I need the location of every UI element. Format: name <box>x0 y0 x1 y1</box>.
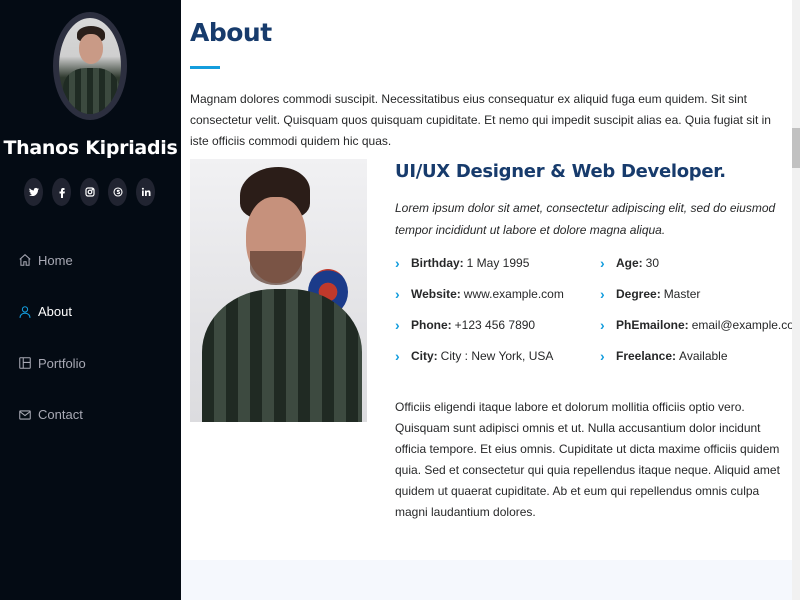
chevron-right-icon: › <box>600 255 605 271</box>
nav-label: About <box>38 304 72 319</box>
nav-label: Portfolio <box>38 355 86 371</box>
envelope-icon <box>18 408 32 422</box>
fact-item: › Age: 30 <box>600 255 660 271</box>
nav-item-about[interactable]: About <box>18 300 86 324</box>
nav-item-contact[interactable]: Contact <box>18 403 86 427</box>
title-underline <box>190 66 220 69</box>
fact-item: › Degree: Master <box>600 286 701 302</box>
fact-item: › Website: www.example.com <box>395 286 564 302</box>
role-heading: UI/UX Designer & Web Developer. <box>395 161 726 182</box>
scrollbar-thumb[interactable] <box>792 128 800 168</box>
next-section <box>181 560 800 600</box>
nav-item-home[interactable]: Home <box>18 248 86 272</box>
scrollbar[interactable] <box>792 0 800 600</box>
sidebar: Thanos Kipriadis Home About Portfolio Co… <box>0 0 181 600</box>
fact-item: › PhEmailone: email@example.com <box>600 317 800 333</box>
chevron-right-icon: › <box>395 286 400 302</box>
fact-item: › Phone: +123 456 7890 <box>395 317 536 333</box>
profile-name: Thanos Kipriadis <box>3 137 178 159</box>
instagram-icon[interactable] <box>80 178 99 206</box>
chevron-right-icon: › <box>395 348 400 364</box>
chevron-right-icon: › <box>395 255 400 271</box>
avatar <box>53 12 127 120</box>
profile-photo <box>190 159 367 422</box>
social-links <box>24 178 155 206</box>
twitter-icon[interactable] <box>24 178 43 206</box>
portfolio-icon <box>18 356 32 370</box>
chevron-right-icon: › <box>600 286 605 302</box>
skype-icon[interactable] <box>108 178 127 206</box>
fact-item: › Freelance: Available <box>600 348 728 364</box>
nav-label: Contact <box>38 407 83 422</box>
about-outro: Officiis eligendi itaque labore et dolor… <box>395 400 780 519</box>
nav-item-portfolio[interactable]: Portfolio <box>18 351 86 375</box>
chevron-right-icon: › <box>395 317 400 333</box>
fact-item: › Birthday: 1 May 1995 <box>395 255 530 271</box>
main-content: About Magnam dolores commodi suscipit. N… <box>181 0 800 600</box>
facebook-icon[interactable] <box>52 178 71 206</box>
chevron-right-icon: › <box>600 348 605 364</box>
sidebar-nav: Home About Portfolio Contact <box>18 248 86 454</box>
home-icon <box>18 253 32 267</box>
user-icon <box>18 305 32 319</box>
section-title: About <box>190 18 272 47</box>
role-description: Lorem ipsum dolor sit amet, consectetur … <box>395 201 776 237</box>
chevron-right-icon: › <box>600 317 605 333</box>
nav-label: Home <box>38 252 73 268</box>
linkedin-icon[interactable] <box>136 178 155 206</box>
about-intro: Magnam dolores commodi suscipit. Necessi… <box>190 92 771 148</box>
fact-item: › City: City : New York, USA <box>395 348 554 364</box>
